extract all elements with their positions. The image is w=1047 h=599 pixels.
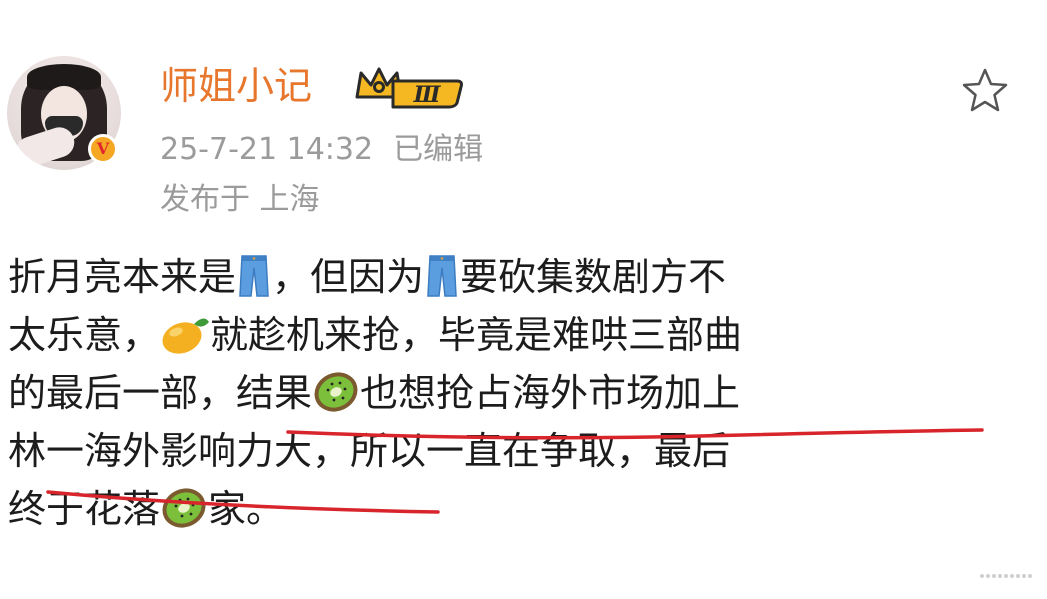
- kiwi-icon: [160, 486, 208, 546]
- edited-label[interactable]: 已编辑: [393, 132, 483, 167]
- post-line: 的最后一部，结果 也想抢占海外市场加上: [8, 364, 1018, 422]
- verified-badge-icon: V: [88, 134, 118, 164]
- post-timestamp: 25-7-21 14:32: [160, 132, 374, 167]
- post-line: 折月亮本来是 ，但因为 要砍集数剧方不: [8, 248, 1018, 306]
- kiwi-icon: [312, 370, 360, 430]
- member-level-label: Ⅲ: [413, 82, 442, 108]
- member-crown-badge-icon[interactable]: Ⅲ: [353, 63, 465, 109]
- post-line: 太乐意， 就趁机来抢，毕竟是难哄三部曲: [8, 306, 1018, 364]
- post-line: 林一海外影响力大，所以一直在争取，最后: [8, 429, 731, 473]
- star-outline-icon[interactable]: [960, 66, 1010, 116]
- post-meta: 25-7-21 14:32 已编辑: [160, 132, 483, 168]
- mango-icon: [160, 312, 210, 372]
- more-indicator-icon: [980, 574, 1032, 578]
- author-name[interactable]: 师姐小记: [160, 62, 312, 110]
- post-location: 发布于 上海: [160, 182, 320, 217]
- post-body: 折月亮本来是 ，但因为 要砍集数剧方不 太乐意， 就趁机来抢，毕竟是难哄三部曲 的最后…: [8, 248, 1018, 538]
- jeans-icon: [236, 254, 272, 314]
- post-line: 终于花落 家。: [8, 480, 1018, 538]
- jeans-icon: [424, 254, 460, 314]
